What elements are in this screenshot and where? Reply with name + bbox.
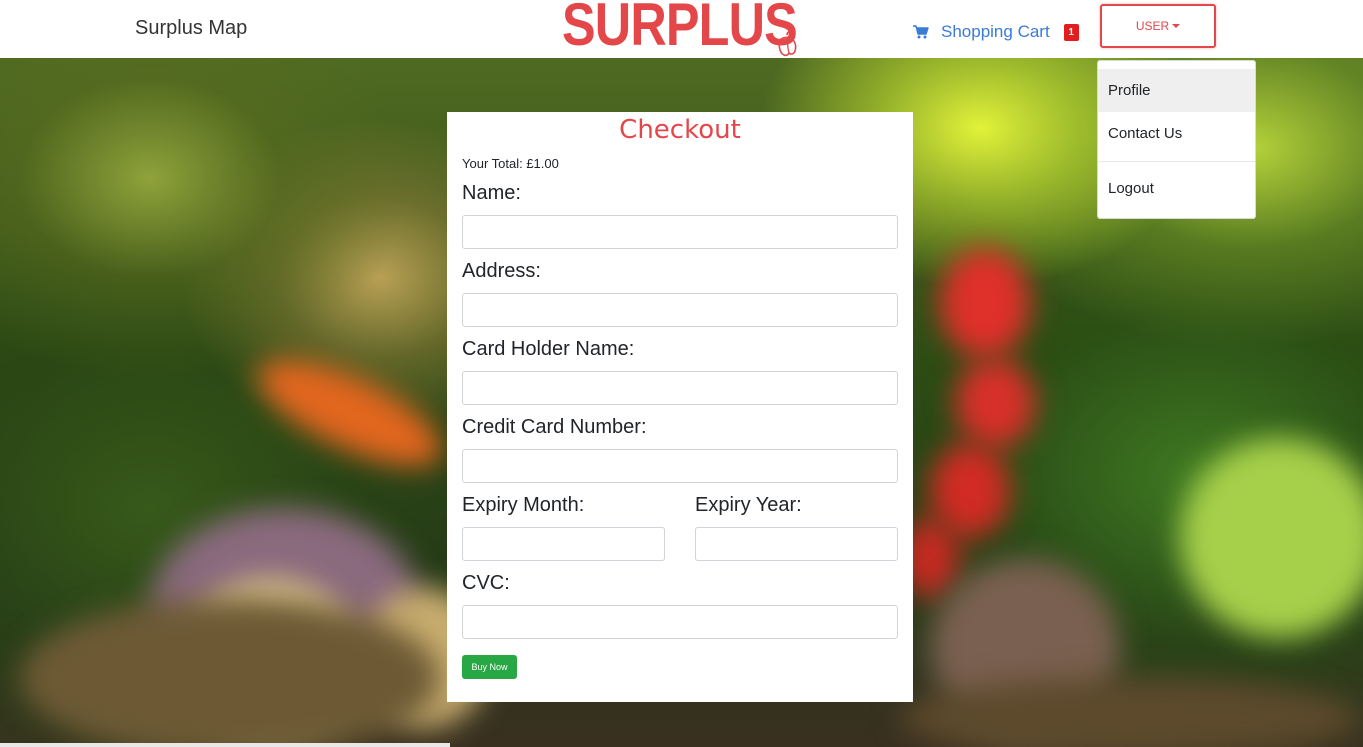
card-holder-group: Card Holder Name: — [462, 336, 898, 405]
user-dropdown-menu: Profile Contact Us Logout — [1097, 60, 1256, 219]
expiry-month-group: Expiry Month: — [462, 492, 665, 561]
menu-divider — [1098, 161, 1255, 162]
card-holder-label: Card Holder Name: — [462, 338, 635, 360]
name-group: Name: — [462, 180, 898, 249]
name-label: Name: — [462, 182, 521, 204]
menu-item-profile[interactable]: Profile — [1098, 69, 1255, 112]
expiry-month-label: Expiry Month: — [462, 494, 585, 516]
name-input[interactable] — [462, 215, 898, 249]
user-menu-button[interactable]: USER — [1100, 4, 1216, 48]
expiry-year-group: Expiry Year: — [695, 492, 898, 561]
card-number-group: Credit Card Number: — [462, 414, 898, 483]
shopping-cart-label: Shopping Cart — [941, 22, 1050, 41]
address-group: Address: — [462, 258, 898, 327]
horizontal-scrollbar[interactable] — [0, 743, 450, 747]
expiry-month-input[interactable] — [462, 527, 665, 561]
expiry-year-input[interactable] — [695, 527, 898, 561]
address-input[interactable] — [462, 293, 898, 327]
navbar: Surplus Map SURPLUS Shopping Cart 1 USER — [0, 0, 1363, 58]
checkout-card: Checkout Your Total: £1.00 Name: Address… — [447, 112, 913, 702]
checkout-title: Checkout — [619, 115, 741, 145]
surplus-logo[interactable]: SURPLUS — [562, 0, 798, 58]
shopping-cart-icon — [913, 25, 929, 39]
address-label: Address: — [462, 260, 541, 282]
card-holder-input[interactable] — [462, 371, 898, 405]
user-menu-label: USER — [1135, 19, 1170, 33]
cvc-group: CVC: — [462, 570, 898, 639]
order-total: Your Total: £1.00 — [462, 156, 559, 171]
surplus-map-link[interactable]: Surplus Map — [135, 17, 247, 40]
expiry-year-label: Expiry Year: — [695, 494, 802, 516]
card-number-input[interactable] — [462, 449, 898, 483]
menu-item-contact-us[interactable]: Contact Us — [1098, 112, 1255, 155]
cart-count-badge: 1 — [1063, 23, 1079, 41]
menu-item-logout[interactable]: Logout — [1098, 167, 1255, 210]
pepper-icon — [778, 31, 797, 57]
cvc-label: CVC: — [462, 572, 510, 594]
shopping-cart-link[interactable]: Shopping Cart 1 — [913, 22, 1079, 42]
caret-down-icon — [1172, 24, 1181, 28]
expiry-row: Expiry Month: Expiry Year: — [462, 492, 898, 561]
buy-now-button[interactable]: Buy Now — [462, 655, 517, 679]
cvc-input[interactable] — [462, 605, 898, 639]
card-number-label: Credit Card Number: — [462, 416, 647, 438]
